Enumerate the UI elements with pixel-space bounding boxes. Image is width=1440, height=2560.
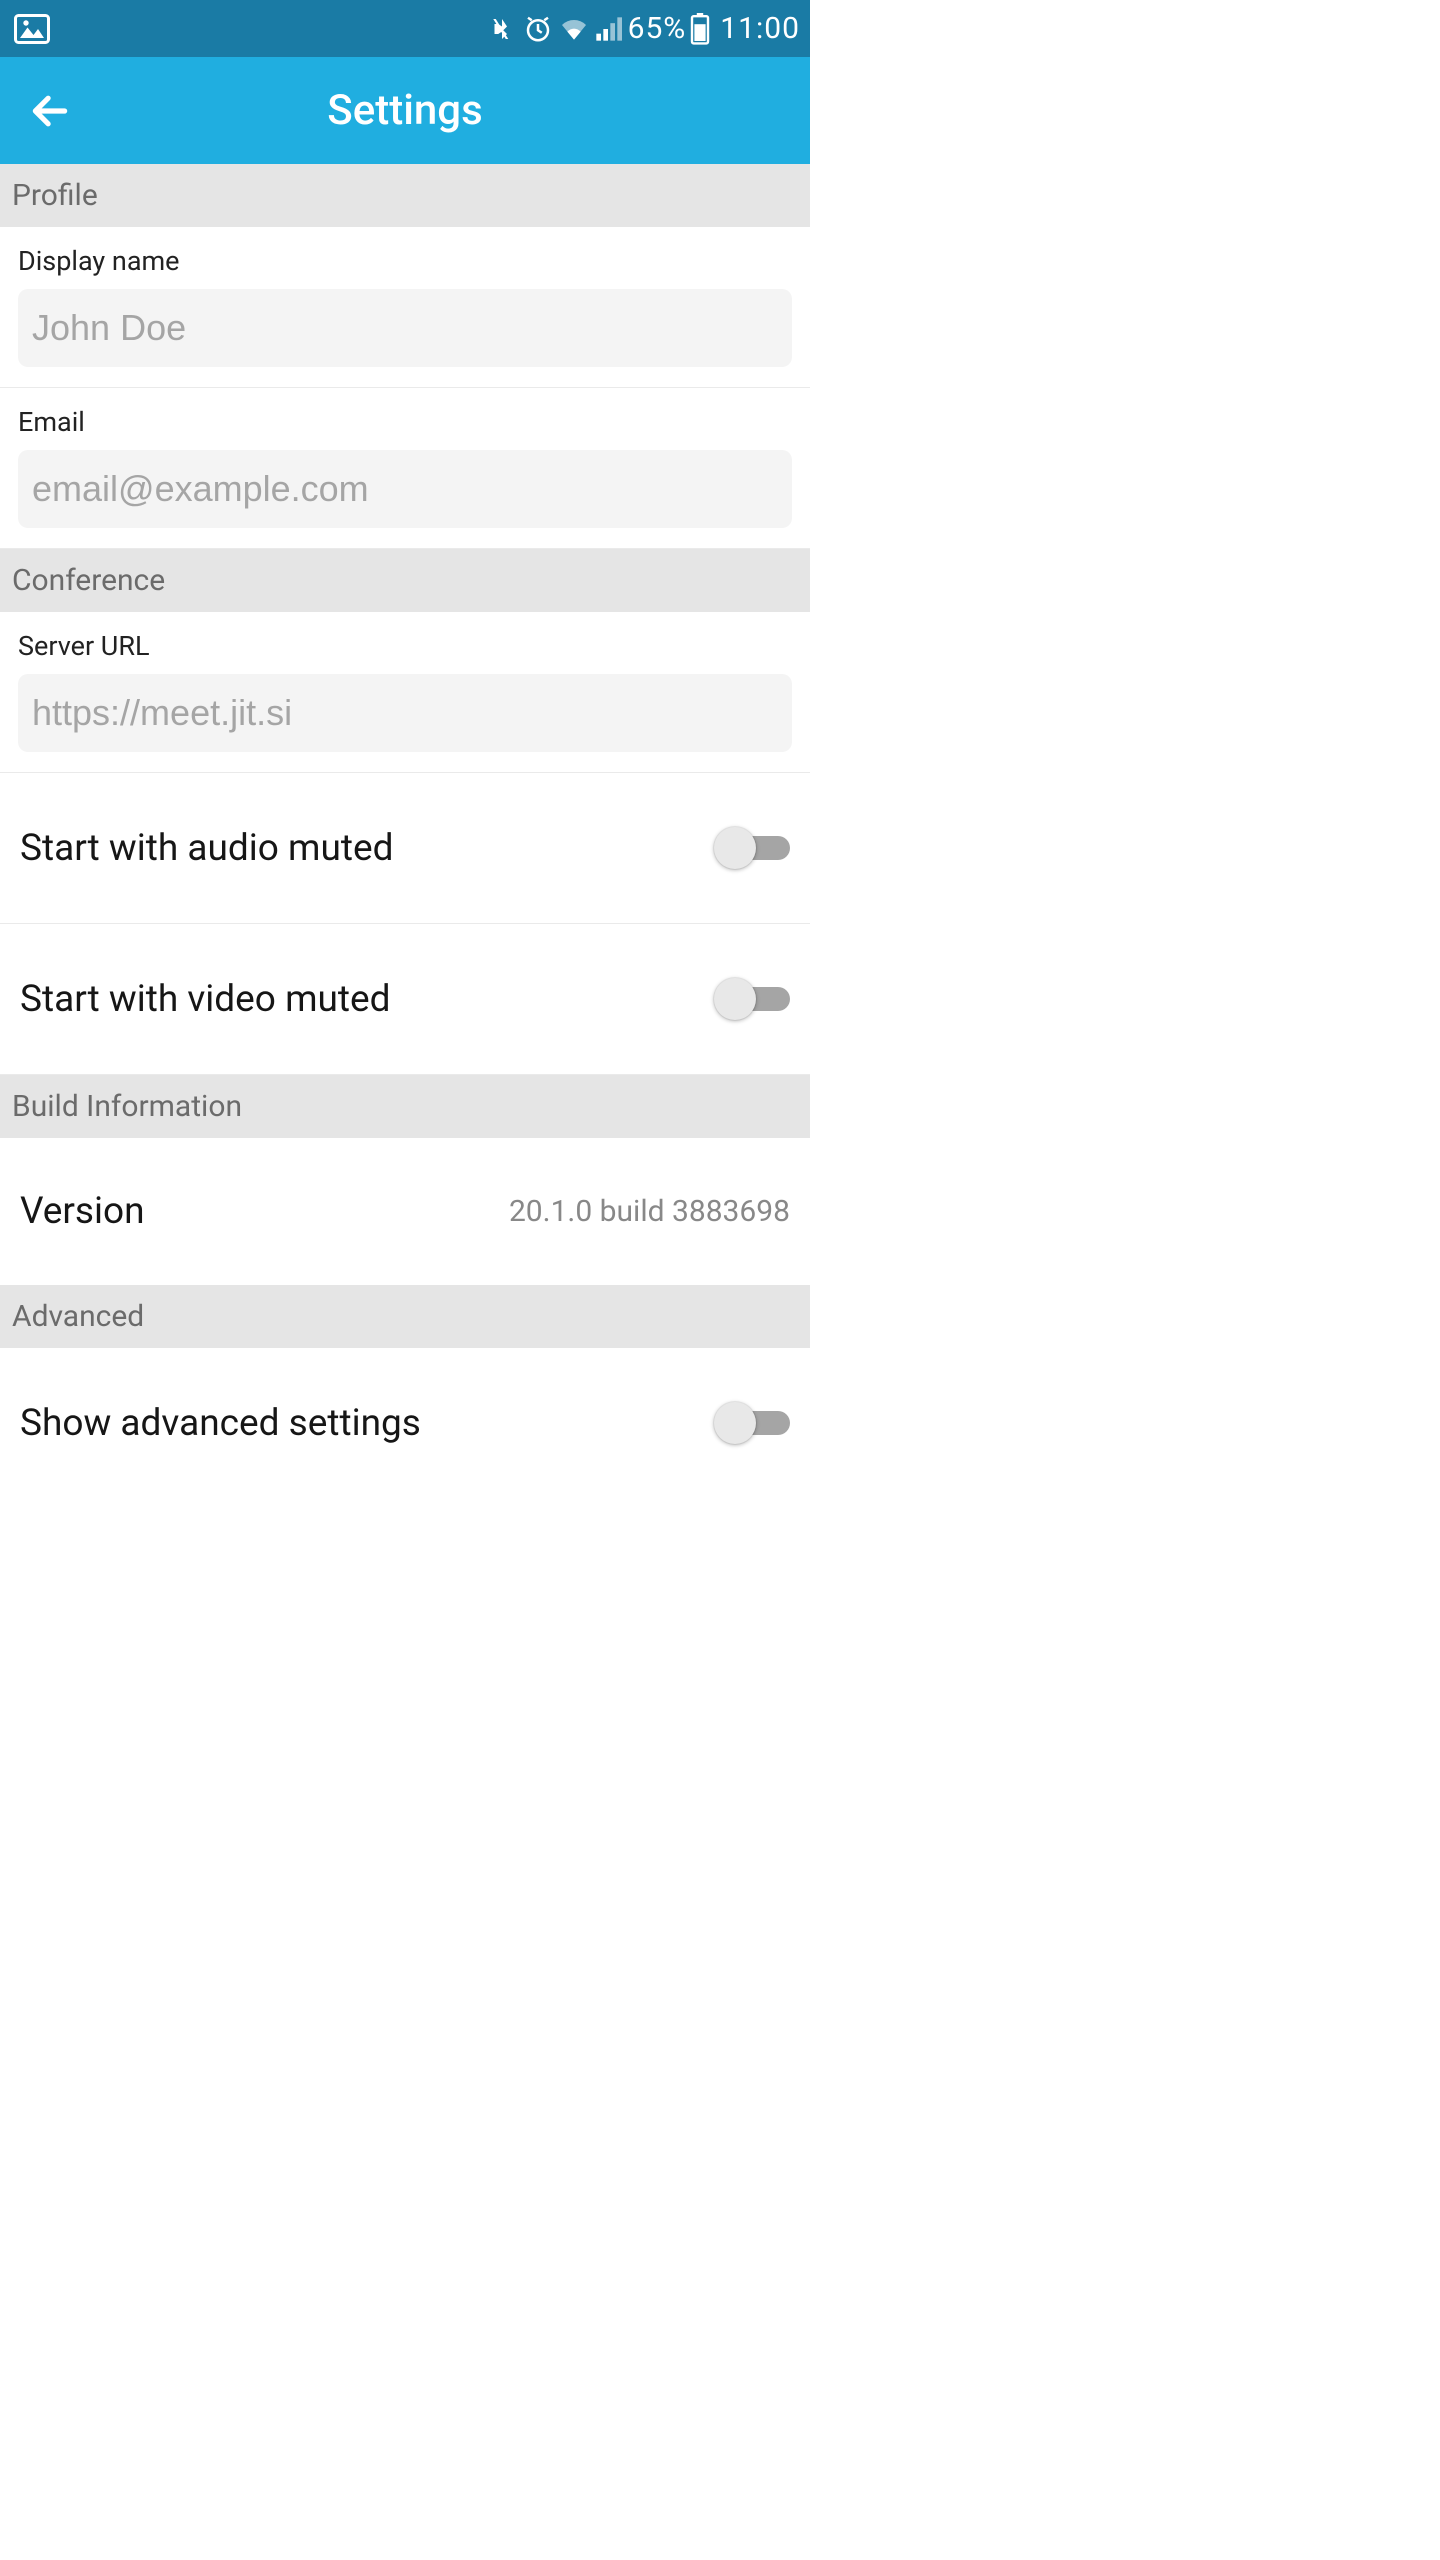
app-bar: Settings xyxy=(0,57,810,164)
show-advanced-row[interactable]: Show advanced settings xyxy=(0,1348,810,1498)
version-row: Version 20.1.0 build 3883698 xyxy=(0,1138,810,1285)
page-title: Settings xyxy=(327,86,482,135)
display-name-field: Display name xyxy=(0,227,810,388)
version-value: 20.1.0 build 3883698 xyxy=(509,1194,790,1229)
email-input[interactable] xyxy=(18,450,792,528)
wifi-icon xyxy=(558,15,590,43)
signal-icon xyxy=(594,15,622,43)
back-button[interactable] xyxy=(10,71,90,151)
section-build-header: Build Information xyxy=(0,1075,810,1138)
status-bar: 65% 11:00 xyxy=(0,0,810,57)
section-conference-header: Conference xyxy=(0,549,810,612)
status-time: 11:00 xyxy=(720,11,800,46)
show-advanced-label: Show advanced settings xyxy=(20,1402,421,1445)
video-muted-switch[interactable] xyxy=(714,976,790,1022)
vibrate-mute-icon xyxy=(486,14,518,44)
battery-percent: 65% xyxy=(628,11,687,46)
server-url-field: Server URL xyxy=(0,612,810,773)
email-label: Email xyxy=(18,406,792,438)
version-label: Version xyxy=(20,1190,145,1233)
video-muted-row[interactable]: Start with video muted xyxy=(0,924,810,1075)
display-name-label: Display name xyxy=(18,245,792,277)
status-right: 65% 11:00 xyxy=(486,11,800,46)
server-url-input[interactable] xyxy=(18,674,792,752)
switch-thumb xyxy=(714,978,756,1020)
display-name-input[interactable] xyxy=(18,289,792,367)
picture-icon xyxy=(14,14,50,44)
show-advanced-switch[interactable] xyxy=(714,1400,790,1446)
email-field: Email xyxy=(0,388,810,549)
switch-thumb xyxy=(714,827,756,869)
alarm-icon xyxy=(522,14,554,44)
arrow-left-icon xyxy=(28,89,72,133)
audio-muted-switch[interactable] xyxy=(714,825,790,871)
audio-muted-row[interactable]: Start with audio muted xyxy=(0,773,810,924)
switch-thumb xyxy=(714,1402,756,1444)
server-url-label: Server URL xyxy=(18,630,792,662)
video-muted-label: Start with video muted xyxy=(20,978,391,1021)
status-left xyxy=(10,14,50,44)
section-profile-header: Profile xyxy=(0,164,810,227)
section-advanced-header: Advanced xyxy=(0,1285,810,1348)
battery-icon xyxy=(690,13,710,45)
audio-muted-label: Start with audio muted xyxy=(20,827,394,870)
